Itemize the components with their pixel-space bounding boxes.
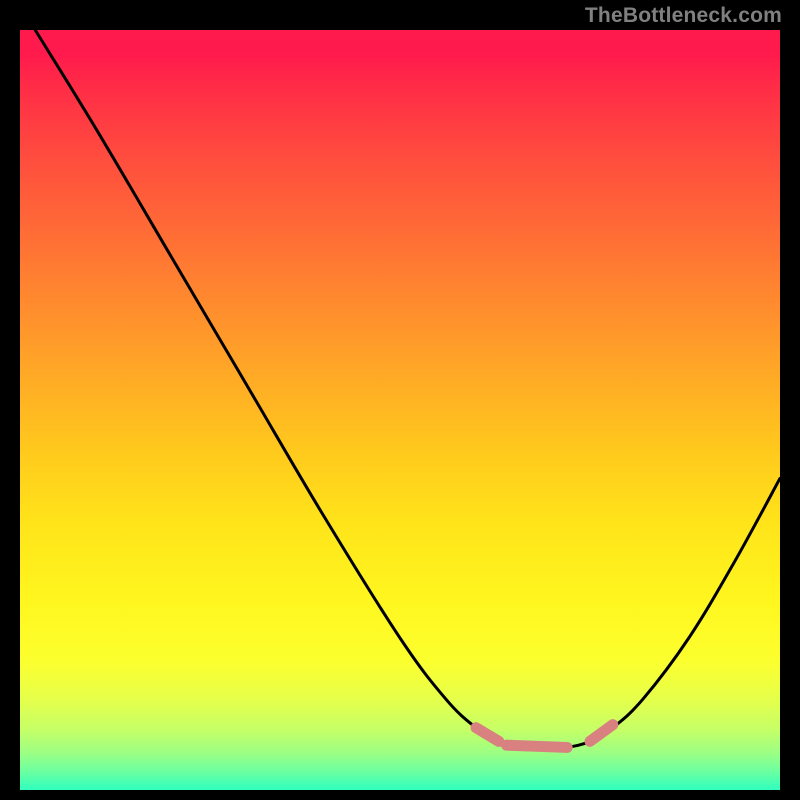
optimal-range-marker <box>476 728 499 742</box>
plot-frame <box>20 30 780 790</box>
watermark-label: TheBottleneck.com <box>585 4 782 28</box>
chart-container: TheBottleneck.com <box>0 0 800 800</box>
curve-svg <box>20 30 780 790</box>
bottleneck-curve <box>35 30 780 749</box>
optimal-range-marker <box>506 745 567 747</box>
optimal-range-marker <box>590 725 613 742</box>
